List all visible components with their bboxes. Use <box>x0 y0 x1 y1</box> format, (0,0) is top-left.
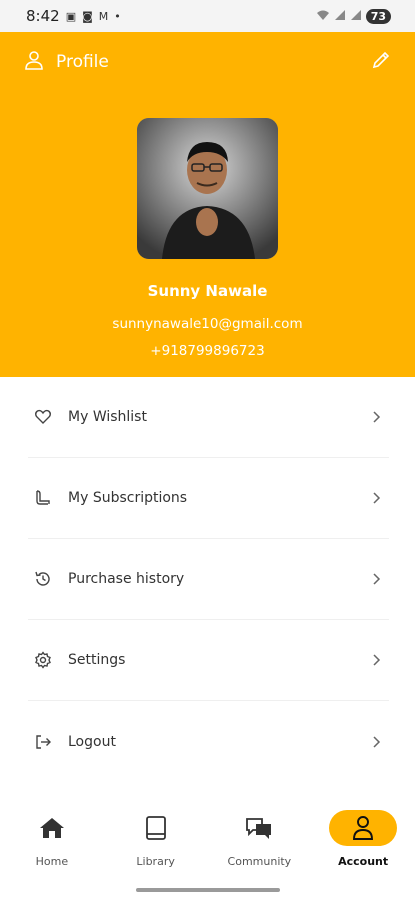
nav-label-home: Home <box>35 855 69 868</box>
header-top-row: Profile <box>24 50 391 74</box>
header-title-wrap: Profile <box>24 50 109 74</box>
chat-icon <box>225 810 293 846</box>
menu-item-subscriptions[interactable]: My Subscriptions <box>28 458 389 539</box>
user-email: sunnynawale10@gmail.com <box>112 316 303 332</box>
status-right: 73 <box>316 8 391 24</box>
edit-profile-button[interactable] <box>371 50 391 74</box>
instagram-notification-icon: ◙ <box>82 9 93 23</box>
history-icon <box>34 570 64 588</box>
wifi-icon <box>316 9 330 24</box>
signal-icon-2 <box>350 9 362 24</box>
chevron-right-icon <box>373 735 381 748</box>
gear-icon <box>34 651 64 669</box>
nav-library[interactable]: Library <box>104 800 208 868</box>
chevron-right-icon <box>373 573 381 585</box>
nav-label-account: Account <box>338 855 389 868</box>
user-name: Sunny Nawale <box>147 282 268 300</box>
profile-header: Profile Sunny Nawale sunnynawale10@gmail… <box>0 32 415 377</box>
chevron-right-icon <box>373 654 381 666</box>
dot-icon: • <box>114 9 121 23</box>
subscriptions-icon <box>34 489 64 507</box>
user-phone: +918799896723 <box>150 343 265 359</box>
logout-icon <box>34 733 64 751</box>
menu-label-settings: Settings <box>68 652 126 668</box>
menu-label-subscriptions: My Subscriptions <box>68 490 188 506</box>
menu-item-settings[interactable]: Settings <box>28 620 389 701</box>
status-left: 8:42 ▣ ◙ M • <box>26 7 121 25</box>
nav-community[interactable]: Community <box>208 800 312 868</box>
nav-account[interactable]: Account <box>311 800 415 868</box>
nav-label-library: Library <box>136 855 175 868</box>
screenshot-notification-icon: ▣ <box>65 9 77 23</box>
account-menu: My Wishlist My Subscriptions Purchase hi… <box>0 377 415 782</box>
pencil-icon <box>372 51 390 69</box>
menu-label-wishlist: My Wishlist <box>68 409 147 425</box>
nav-label-community: Community <box>227 855 292 868</box>
status-time: 8:42 <box>26 7 60 25</box>
person-icon <box>329 810 398 846</box>
status-bar: 8:42 ▣ ◙ M • 73 <box>0 0 415 32</box>
menu-label-purchase-history: Purchase history <box>68 571 185 587</box>
home-icon <box>18 810 86 846</box>
menu-item-wishlist[interactable]: My Wishlist <box>28 377 389 458</box>
page-title: Profile <box>56 52 109 72</box>
avatar[interactable] <box>137 118 278 259</box>
menu-label-logout: Logout <box>68 733 116 750</box>
nav-home[interactable]: Home <box>0 800 104 868</box>
bottom-nav: Home Library Community Account <box>0 800 415 884</box>
book-icon <box>122 810 190 846</box>
chevron-right-icon <box>373 492 381 504</box>
menu-item-logout[interactable]: Logout <box>28 701 389 782</box>
gmail-notification-icon: M <box>98 9 109 23</box>
heart-icon <box>34 408 64 426</box>
gesture-bar[interactable] <box>136 888 280 892</box>
signal-icon <box>334 9 346 24</box>
chevron-right-icon <box>373 411 381 423</box>
person-icon <box>24 50 44 74</box>
menu-item-purchase-history[interactable]: Purchase history <box>28 539 389 620</box>
battery-indicator: 73 <box>365 8 391 24</box>
